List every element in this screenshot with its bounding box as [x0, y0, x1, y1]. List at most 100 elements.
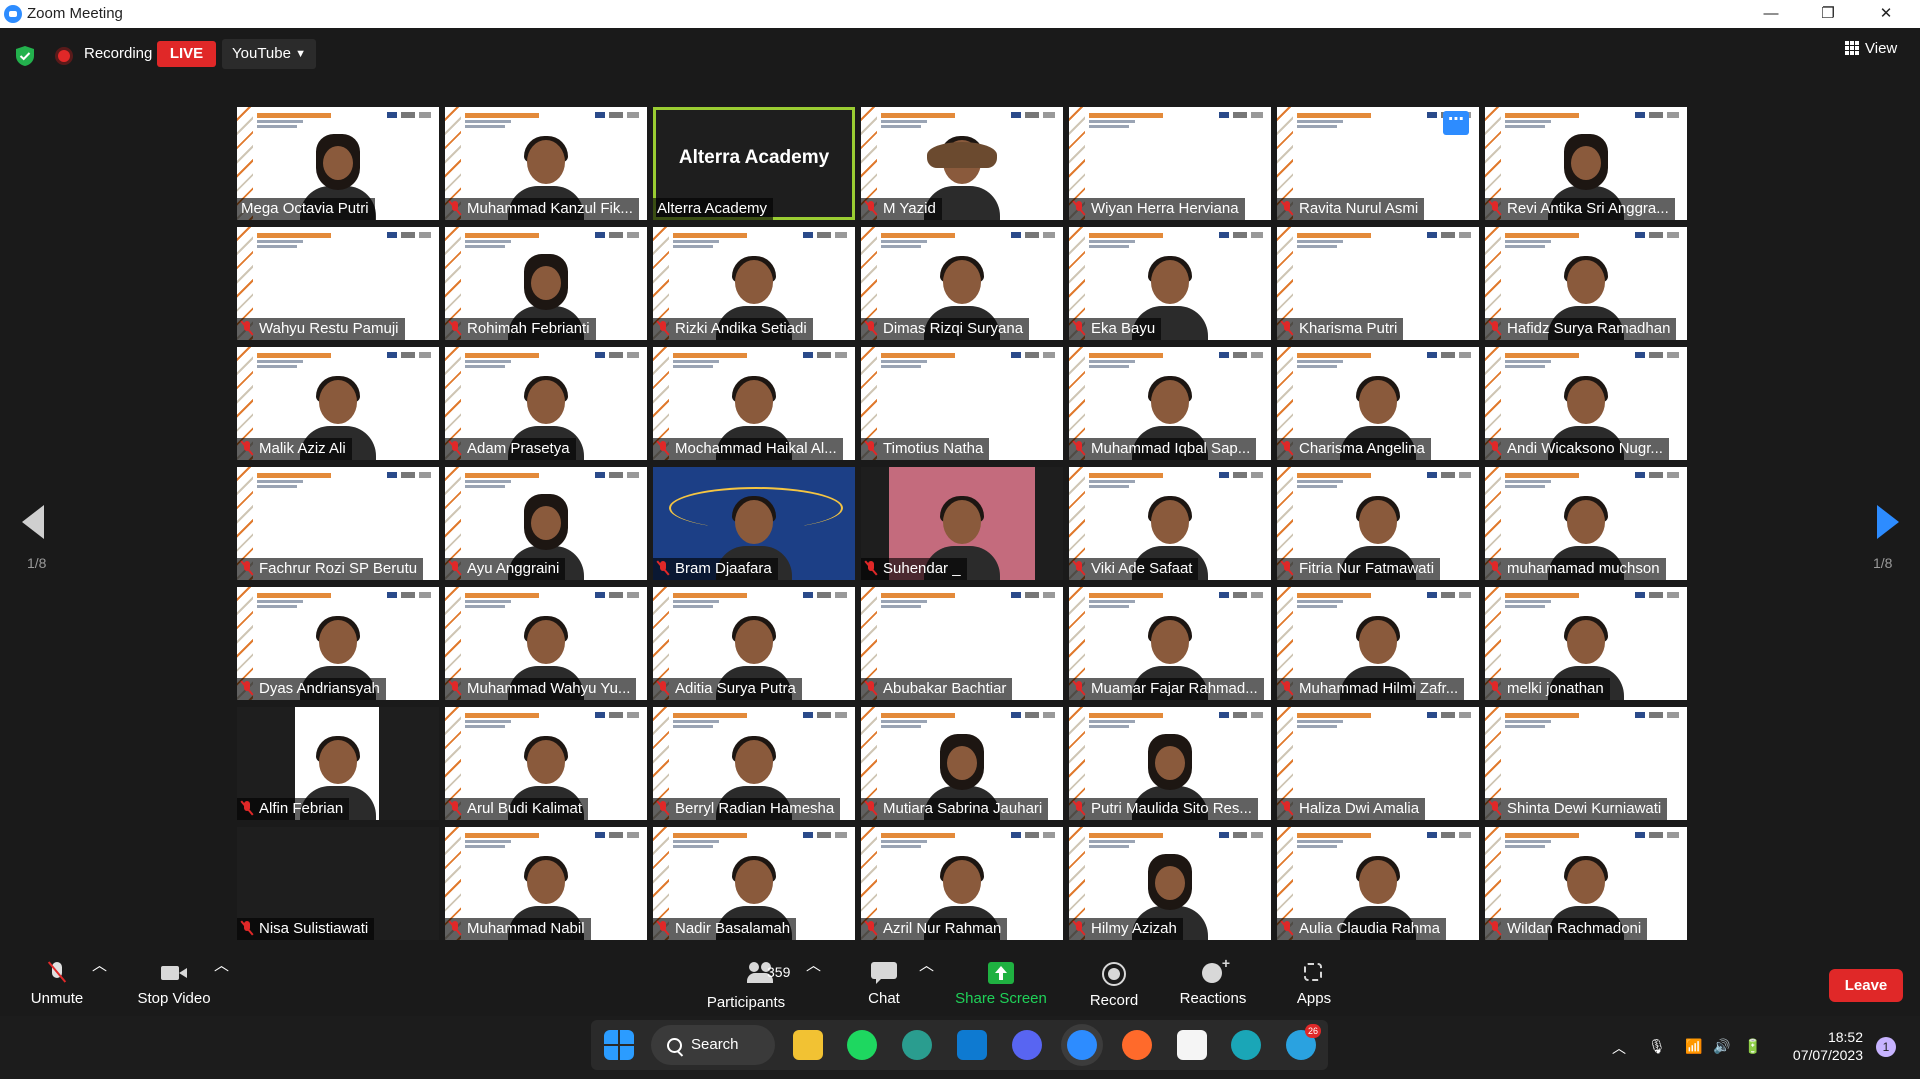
participant-tile[interactable]: Revi Antika Sri Anggra... — [1485, 107, 1687, 220]
closing-ceremony-banner-lg — [387, 232, 431, 238]
participant-tile[interactable]: Putri Maulida Sito Res... — [1069, 707, 1271, 820]
more-options-icon[interactable]: ⋯ — [1443, 111, 1469, 135]
participants-button[interactable]: 359 Participants — [691, 954, 801, 1016]
participant-tile[interactable]: Alterra Academy Alterra Academy — [653, 107, 855, 220]
file-explorer-icon[interactable] — [793, 1030, 823, 1060]
participant-tile[interactable]: Fachrur Rozi SP Berutu — [237, 467, 439, 580]
vscode-icon[interactable] — [957, 1030, 987, 1060]
participant-tile[interactable]: Timotius Natha — [861, 347, 1063, 460]
taskbar-search[interactable]: Search — [651, 1025, 775, 1065]
participant-tile[interactable]: Nisa Sulistiawati — [237, 827, 439, 940]
tray-volume-icon[interactable]: 🔊 — [1713, 1038, 1730, 1055]
stop-video-button[interactable]: Stop Video — [119, 954, 229, 1016]
participants-options-chevron-icon[interactable]: ︿ — [806, 954, 821, 1016]
participant-tile[interactable]: M Yazid — [861, 107, 1063, 220]
participant-tile[interactable]: Arul Budi Kalimat — [445, 707, 647, 820]
next-page-arrow-icon[interactable] — [1877, 505, 1899, 539]
participant-video-head — [1567, 620, 1605, 664]
muted-microphone-icon — [865, 321, 877, 335]
participant-tile[interactable]: Muhammad Hilmi Zafr... — [1277, 587, 1479, 700]
view-button[interactable]: View — [1845, 40, 1897, 57]
chat-options-chevron-icon[interactable]: ︿ — [919, 954, 934, 1016]
closing-ceremony-banner-bn3 — [1297, 245, 1337, 248]
participant-tile[interactable]: Mutiara Sabrina Jauhari — [861, 707, 1063, 820]
participant-tile[interactable]: Muhammad Kanzul Fik... — [445, 107, 647, 220]
participant-tile[interactable]: Malik Aziz Ali — [237, 347, 439, 460]
participant-tile[interactable]: Muhammad Wahyu Yu... — [445, 587, 647, 700]
closing-ceremony-banner-bn1 — [1089, 233, 1163, 238]
participant-tile[interactable]: Azril Nur Rahman — [861, 827, 1063, 940]
participant-tile[interactable]: Charisma Angelina — [1277, 347, 1479, 460]
participant-tile[interactable]: Adam Prasetya — [445, 347, 647, 460]
participant-name-tag: Charisma Angelina — [1277, 438, 1431, 460]
live-badge[interactable]: LIVE — [157, 41, 216, 67]
participant-tile[interactable]: Aditia Surya Putra — [653, 587, 855, 700]
previous-page-arrow-icon[interactable] — [22, 505, 44, 539]
participant-tile[interactable]: Kharisma Putri — [1277, 227, 1479, 340]
reactions-button[interactable]: Reactions — [1158, 954, 1268, 1016]
participant-tile[interactable]: Muamar Fajar Rahmad... — [1069, 587, 1271, 700]
participant-tile[interactable]: Abubakar Bachtiar — [861, 587, 1063, 700]
participant-video-head — [1571, 146, 1601, 180]
restore-button[interactable]: ❐ — [1805, 0, 1851, 28]
participant-tile[interactable]: Rizki Andika Setiadi — [653, 227, 855, 340]
discord-icon[interactable] — [1012, 1030, 1042, 1060]
notification-center-badge[interactable]: 1 — [1876, 1037, 1896, 1057]
participant-tile[interactable]: Suhendar _ — [861, 467, 1063, 580]
participant-tile[interactable]: Hafidz Surya Ramadhan — [1485, 227, 1687, 340]
participant-tile[interactable]: muhamamad muchson — [1485, 467, 1687, 580]
participant-tile[interactable]: Shinta Dewi Kurniawati — [1485, 707, 1687, 820]
participant-tile[interactable]: Mega Octavia Putri — [237, 107, 439, 220]
participant-tile[interactable]: ⋯ Ravita Nurul Asmi — [1277, 107, 1479, 220]
participant-tile[interactable]: Muhammad Iqbal Sap... — [1069, 347, 1271, 460]
video-options-chevron-icon[interactable]: ︿ — [214, 954, 229, 1016]
closing-ceremony-banner-lg — [1427, 232, 1471, 238]
audio-options-chevron-icon[interactable]: ︿ — [92, 954, 107, 1016]
participant-tile[interactable]: Andi Wicaksono Nugr... — [1485, 347, 1687, 460]
windows-start-icon[interactable] — [604, 1030, 634, 1060]
participant-tile[interactable]: Aulia Claudia Rahma — [1277, 827, 1479, 940]
tray-wifi-icon[interactable]: 📶 — [1685, 1038, 1702, 1055]
participant-tile[interactable]: Haliza Dwi Amalia — [1277, 707, 1479, 820]
participant-tile[interactable]: Muhammad Nabil — [445, 827, 647, 940]
edge-browser-icon[interactable] — [1231, 1030, 1261, 1060]
security-shield-icon[interactable] — [14, 45, 36, 67]
participant-tile[interactable]: Mochammad Haikal Al... — [653, 347, 855, 460]
letter-l-app-icon[interactable] — [1177, 1030, 1207, 1060]
participant-tile[interactable]: Wiyan Herra Herviana — [1069, 107, 1271, 220]
participant-tile[interactable]: Rohimah Febrianti — [445, 227, 647, 340]
postman-icon[interactable] — [1122, 1030, 1152, 1060]
participant-tile[interactable]: Eka Bayu — [1069, 227, 1271, 340]
participant-tile[interactable]: Nadir Basalamah — [653, 827, 855, 940]
participant-tile[interactable]: Dimas Rizqi Suryana — [861, 227, 1063, 340]
spotify-icon[interactable] — [847, 1030, 877, 1060]
participant-name-tag: Dyas Andriansyah — [237, 678, 386, 700]
participant-tile[interactable]: Berryl Radian Hamesha — [653, 707, 855, 820]
share-screen-button[interactable]: Share Screen — [946, 954, 1056, 1016]
participant-tile[interactable]: Ayu Anggraini — [445, 467, 647, 580]
participant-tile[interactable]: Alfin Febrian — [237, 707, 439, 820]
closing-ceremony-banner-bn1 — [881, 833, 955, 838]
record-button[interactable]: Record — [1059, 954, 1169, 1016]
participant-tile[interactable]: Hilmy Azizah — [1069, 827, 1271, 940]
taskbar-clock[interactable]: 18:52 07/07/2023 — [1781, 1028, 1863, 1064]
muted-microphone-icon — [865, 681, 877, 695]
close-button[interactable]: ✕ — [1863, 0, 1909, 28]
zoom-app-icon[interactable] — [1067, 1030, 1097, 1060]
participant-tile[interactable]: Wildan Rachmadoni — [1485, 827, 1687, 940]
participant-tile[interactable]: melki jonathan — [1485, 587, 1687, 700]
edge-dev-icon[interactable] — [902, 1030, 932, 1060]
participant-tile[interactable]: Bram Djaafara — [653, 467, 855, 580]
apps-button[interactable]: Apps — [1259, 954, 1369, 1016]
participant-tile[interactable]: Wahyu Restu Pamuji — [237, 227, 439, 340]
tray-battery-icon[interactable]: 🔋 — [1744, 1038, 1761, 1055]
participant-tile[interactable]: Viki Ade Safaat — [1069, 467, 1271, 580]
participant-tile[interactable]: Fitria Nur Fatmawati — [1277, 467, 1479, 580]
minimize-button[interactable]: — — [1748, 0, 1794, 28]
participant-name-tag: Mochammad Haikal Al... — [653, 438, 843, 460]
stream-target-dropdown[interactable]: YouTube ▼ — [222, 39, 316, 69]
tray-chevron-up-icon[interactable]: ︿ — [1612, 1038, 1626, 1058]
tray-microphone-icon[interactable]: 🎙 — [1648, 1038, 1666, 1055]
leave-button[interactable]: Leave — [1829, 969, 1903, 1002]
participant-tile[interactable]: Dyas Andriansyah — [237, 587, 439, 700]
